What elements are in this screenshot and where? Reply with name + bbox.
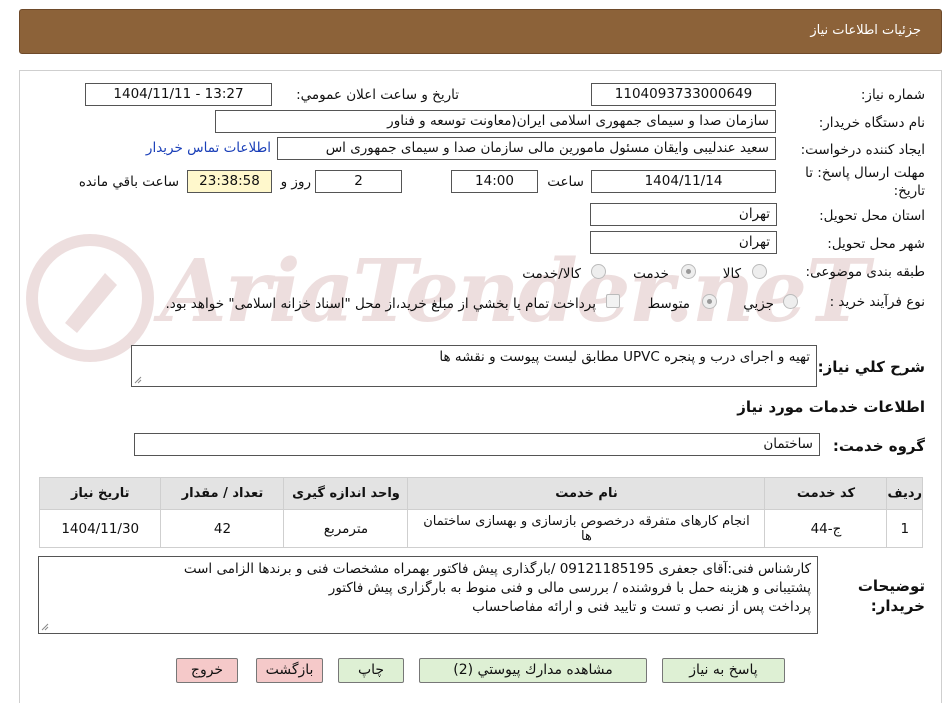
buyer-org-field: سازمان صدا و سیمای جمهوری اسلامی ایران(م… (215, 110, 776, 133)
col-name-header: نام خدمت (407, 477, 766, 510)
back-button[interactable]: بازگشت (256, 658, 323, 683)
service-group-label: گروه خدمت: (832, 437, 925, 455)
payment-note: پرداخت تمام يا بخشي از مبلغ خريد،از محل … (165, 296, 596, 312)
col-code-header: كد خدمت (764, 477, 888, 510)
deadline-time-label: ساعت (547, 174, 584, 190)
category-service-label: خدمت (633, 266, 669, 282)
print-button[interactable]: چاپ (338, 658, 404, 683)
category-service-radio[interactable] (681, 264, 696, 279)
remaining-time-label: ساعت باقي مانده (78, 174, 179, 190)
process-small-radio[interactable] (783, 294, 798, 309)
category-goods-label: كالا (722, 266, 741, 282)
buyer-org-label: نام دستگاه خريدار: (818, 115, 925, 131)
notes-line-2: پشتیبانی و هزینه حمل با فروشنده / بررسی … (328, 580, 811, 596)
deadline-label-date: تاريخ: (893, 183, 925, 199)
treasury-checkbox[interactable] (606, 294, 620, 308)
process-medium-radio[interactable] (702, 294, 717, 309)
cell-unit: مترمربع (283, 509, 409, 548)
services-heading: اطلاعات خدمات مورد نياز (737, 398, 925, 416)
city-label: شهر محل تحويل: (827, 236, 925, 252)
summary-textarea: تهیه و اجرای درب و پنجره UPVC مطابق لیست… (131, 345, 817, 387)
category-both-label: كالا/خدمت (522, 266, 581, 282)
attachments-button[interactable]: مشاهده مدارك پيوستي (2) (419, 658, 647, 683)
cell-code: ج-44 (764, 509, 888, 548)
province-field: تهران (590, 203, 777, 226)
table-row: 1 ج-44 انجام کارهای متفرقه درخصوص بازساز… (38, 509, 923, 548)
days-label: روز و (280, 174, 311, 190)
announce-label: تاریخ و ساعت اعلان عمومي: (296, 87, 459, 103)
contact-buyer-link[interactable]: اطلاعات تماس خريدار (146, 140, 271, 156)
table-header-row: رديف كد خدمت نام خدمت واحد اندازه گيری ت… (38, 477, 923, 510)
page-header: جزئیات اطلاعات نیاز (19, 9, 942, 54)
notes-line-1: کارشناس فنی:آقای جعفری 09121185195 /بارگ… (183, 561, 811, 577)
days-field: 2 (315, 170, 402, 193)
announce-datetime-field: 1404/11/11 - 13:27 (85, 83, 272, 106)
category-both-radio[interactable] (591, 264, 606, 279)
reply-button[interactable]: پاسخ به نياز (662, 658, 785, 683)
notes-textarea: کارشناس فنی:آقای جعفری 09121185195 /بارگ… (38, 556, 818, 634)
deadline-label: مهلت ارسال پاسخ: تا (805, 165, 925, 181)
page-title: جزئیات اطلاعات نیاز (810, 23, 921, 38)
remaining-time-field: 23:38:58 (187, 170, 272, 193)
col-date-header: تاريخ نياز (38, 477, 162, 510)
service-group-field: ساختمان (134, 433, 820, 456)
col-row-header: رديف (886, 477, 923, 510)
notes-label: توضيحات (857, 577, 925, 595)
city-field: تهران (590, 231, 777, 254)
category-label: طبقه بندی موضوعی: (805, 264, 925, 280)
cell-qty: 42 (160, 509, 285, 548)
need-number-field: 1104093733000649 (591, 83, 776, 106)
process-medium-label: متوسط (647, 296, 690, 312)
process-label: نوع فرآیند خرید : (829, 294, 925, 310)
cell-row: 1 (886, 509, 923, 548)
summary-text: تهیه و اجرای درب و پنجره UPVC مطابق لیست… (439, 349, 810, 365)
resize-grip-icon[interactable] (41, 623, 49, 631)
province-label: استان محل تحويل: (819, 208, 925, 224)
deadline-date-field: 1404/11/14 (591, 170, 776, 193)
summary-label: شرح كلي نياز: (817, 358, 925, 376)
category-goods-radio[interactable] (752, 264, 767, 279)
col-unit-header: واحد اندازه گيری (283, 477, 409, 510)
col-qty-header: تعداد / مقدار (160, 477, 285, 510)
cell-name: انجام کارهای متفرقه درخصوص بازسازی و بهس… (407, 509, 766, 548)
services-table: رديف كد خدمت نام خدمت واحد اندازه گيری ت… (38, 477, 923, 548)
deadline-time-field: 14:00 (451, 170, 538, 193)
resize-grip-icon[interactable] (134, 376, 142, 384)
exit-button[interactable]: خروج (176, 658, 238, 683)
notes-line-3: پرداخت پس از نصب و تست و تایید فنی و ارا… (472, 599, 811, 615)
requester-label: ايجاد كننده درخواست: (800, 142, 925, 158)
notes-label-buyer: خريدار: (870, 597, 925, 615)
requester-field: سعید عندلیبی وایقان مسئول مامورین مالی س… (277, 137, 776, 160)
process-small-label: جزيي (743, 296, 774, 312)
need-number-label: شماره نیاز: (860, 87, 925, 103)
cell-date: 1404/11/30 (38, 509, 162, 548)
